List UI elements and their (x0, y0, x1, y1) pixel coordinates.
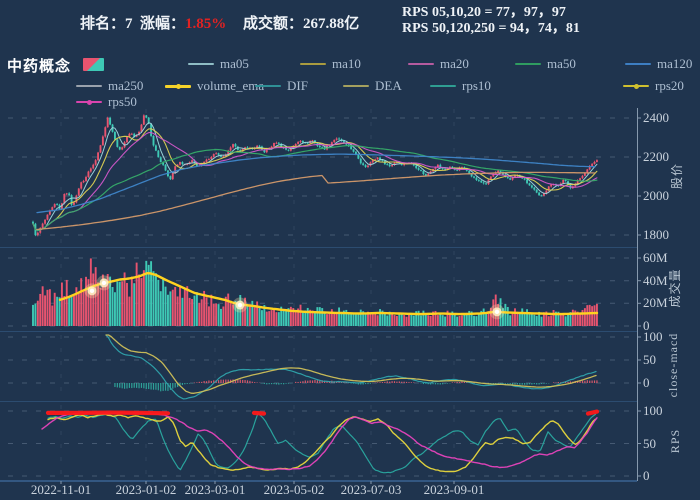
x-axis-date: 2023-03-01 (184, 482, 246, 497)
legend-label: DEA (375, 78, 402, 93)
price-tick: 2000 (643, 188, 669, 203)
line-swatch-icon (430, 85, 456, 87)
line-swatch-icon (188, 63, 214, 65)
x-axis-date: 2023-07-03 (340, 482, 402, 497)
legend-label: rps10 (462, 78, 491, 93)
candlestick-icon (83, 57, 104, 71)
change-value: 1.85% (185, 16, 227, 32)
macd-tick: 50 (643, 352, 656, 367)
line-swatch-icon (76, 85, 102, 87)
legend-label: rps20 (655, 78, 684, 93)
rps-summary: RPS 05,10,20 = 77，97，97 RPS 50,120,250 =… (402, 5, 580, 37)
line-swatch-icon (515, 63, 541, 65)
volume-tick: 40M (643, 273, 668, 288)
turnover-value: 267.88亿 (303, 16, 360, 32)
rank-value: 7 (125, 16, 133, 32)
legend-item-ma20[interactable]: ma20 (408, 56, 469, 72)
legend-item-rps50[interactable]: rps50 (76, 94, 137, 110)
price-axis-label: 股价 (670, 163, 684, 190)
stock-chart-app: 排名：7 涨幅：1.85% 成交额：267.88亿 RPS 05,10,20 =… (0, 0, 700, 500)
legend-item-ma120[interactable]: ma120 (625, 56, 692, 72)
line-swatch-icon (255, 85, 281, 87)
legend-label: ma10 (332, 56, 361, 71)
legend-label: rps50 (108, 94, 137, 109)
x-axis-date: 2022-11-01 (30, 482, 92, 497)
legend-label: DIF (287, 78, 308, 93)
chart-canvas[interactable] (0, 0, 700, 500)
legend-item-dif[interactable]: DIF (255, 78, 308, 94)
line-swatch-icon (625, 63, 651, 65)
line-swatch-icon (343, 85, 369, 87)
legend-item-ma05[interactable]: ma05 (188, 56, 249, 72)
legend-item-rps10[interactable]: rps10 (430, 78, 491, 94)
rps-line-2: RPS 50,120,250 = 94，74，81 (402, 21, 580, 36)
legend-item-ma10[interactable]: ma10 (300, 56, 361, 72)
legend-item-ma250[interactable]: ma250 (76, 78, 143, 94)
legend-label: ma120 (657, 56, 693, 71)
rank-stat: 排名：7 (80, 12, 133, 33)
change-stat: 涨幅：1.85% (140, 12, 226, 33)
legend-item-candle[interactable] (83, 56, 110, 72)
price-tick: 2400 (643, 110, 669, 125)
legend-item-rps20[interactable]: rps20 (623, 78, 684, 94)
x-axis-date: 2023-05-02 (263, 482, 325, 497)
rps-tick: 50 (643, 436, 656, 451)
legend-label: ma05 (220, 56, 249, 71)
legend-label: ma50 (547, 56, 576, 71)
rps-tick: 100 (643, 403, 663, 418)
macd-tick: 100 (643, 329, 663, 344)
line-swatch-icon (623, 83, 649, 89)
line-swatch-icon (408, 63, 434, 65)
rank-label: 排名： (80, 16, 126, 32)
rps-axis-label: RPS (668, 428, 682, 454)
macd-tick: 0 (643, 375, 650, 390)
page-title: 中药概念 (7, 59, 72, 75)
price-tick: 1800 (643, 227, 669, 242)
rps-line-1: RPS 05,10,20 = 77，97，97 (402, 5, 566, 20)
x-axis-date: 2023-09-01 (423, 482, 485, 497)
legend-item-dea[interactable]: DEA (343, 78, 402, 94)
turnover-stat: 成交额：267.88亿 (243, 12, 359, 33)
line-swatch-icon (76, 99, 102, 105)
turnover-label: 成交额： (243, 16, 304, 32)
legend-item-volume-ema[interactable]: volume_ema (165, 78, 264, 94)
legend-item-ma50[interactable]: ma50 (515, 56, 576, 72)
change-label: 涨幅： (140, 16, 186, 32)
volume-tick: 20M (643, 295, 668, 310)
line-swatch-icon (165, 83, 191, 89)
legend-label: ma20 (440, 56, 469, 71)
volume-tick: 60M (643, 250, 668, 265)
legend-label: ma250 (108, 78, 144, 93)
line-swatch-icon (300, 63, 326, 65)
price-tick: 2200 (643, 149, 669, 164)
rps-tick: 0 (643, 468, 650, 483)
